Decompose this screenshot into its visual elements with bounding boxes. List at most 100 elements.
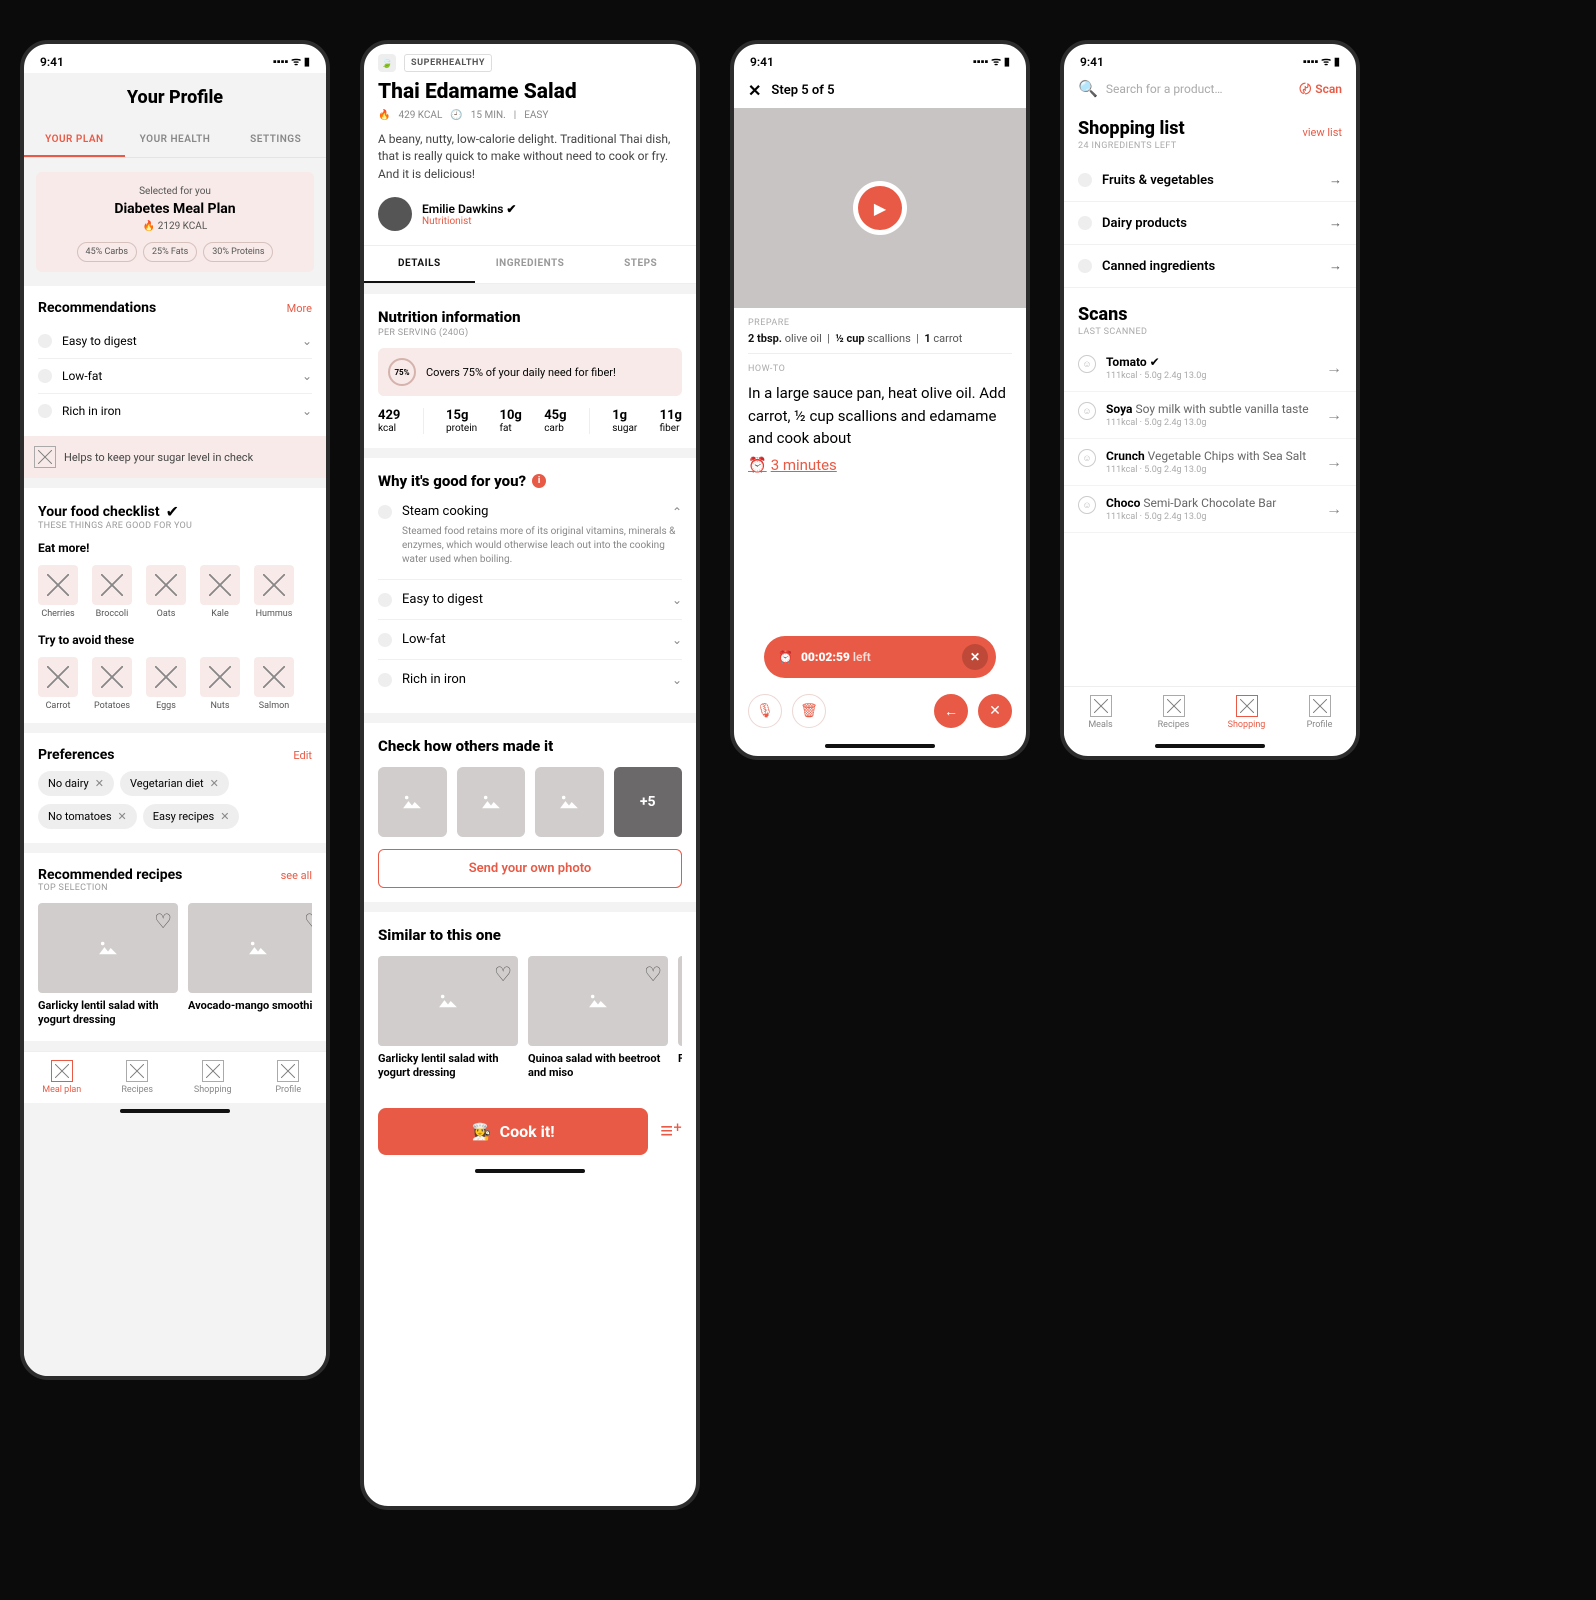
heart-icon[interactable]: ♡ xyxy=(154,909,172,933)
heart-icon[interactable]: ♡ xyxy=(644,962,662,986)
arrow-right-icon: → xyxy=(1329,172,1342,188)
food-chip[interactable]: Eggs xyxy=(146,657,186,711)
rec-more-link[interactable]: More xyxy=(287,302,312,315)
cat-canned[interactable]: Canned ingredients→ xyxy=(1064,245,1356,288)
similar-cards[interactable]: ♡Garlicky lentil salad with yogurt dress… xyxy=(378,956,682,1080)
meta-level: EASY xyxy=(524,110,548,121)
send-photo-button[interactable]: Send your own photo xyxy=(378,849,682,888)
nav-shopping[interactable]: Shopping xyxy=(1210,687,1283,738)
profile-icon xyxy=(277,1060,299,1082)
nav-mealplan[interactable]: Meal plan xyxy=(24,1052,100,1103)
remove-icon[interactable]: ✕ xyxy=(95,777,104,790)
meal-plan-card[interactable]: Selected for you Diabetes Meal Plan 🔥 21… xyxy=(36,172,314,272)
scan-button[interactable]: 〄Scan xyxy=(1299,80,1342,97)
remove-icon[interactable]: ✕ xyxy=(210,777,219,790)
info-dot-icon: i xyxy=(532,474,546,488)
nav-profile[interactable]: Profile xyxy=(1283,687,1356,738)
nav-profile[interactable]: Profile xyxy=(251,1052,327,1103)
rec-item-digest[interactable]: Easy to digest⌄ xyxy=(38,324,312,359)
scan-list: ☺Tomato ✔ 111kcal · 5.0g 2.4g 13.0g→☺Soy… xyxy=(1064,345,1356,533)
pref-tag[interactable]: Vegetarian diet✕ xyxy=(120,771,229,796)
view-list-link[interactable]: view list xyxy=(1303,126,1342,139)
scan-item[interactable]: ☺Crunch Vegetable Chips with Sea Salt111… xyxy=(1064,439,1356,486)
nav-recipes[interactable]: Recipes xyxy=(1137,687,1210,738)
food-chip[interactable]: Kale xyxy=(200,565,240,619)
close-icon[interactable]: ✕ xyxy=(748,81,761,100)
voice-button[interactable]: 🎙 xyxy=(748,694,782,728)
scan-item[interactable]: ☺Soya Soy milk with subtle vanilla taste… xyxy=(1064,392,1356,439)
tab-ingredients[interactable]: INGREDIENTS xyxy=(475,246,586,283)
heart-icon[interactable]: ♡ xyxy=(304,909,312,933)
status-icons: ▪▪▪▪ ᯤ ▮ xyxy=(1303,54,1340,69)
prev-step-button[interactable]: ← xyxy=(934,694,968,728)
finish-button[interactable]: ✕ xyxy=(978,694,1012,728)
pref-edit-link[interactable]: Edit xyxy=(293,749,312,762)
arrow-right-icon: → xyxy=(1326,358,1342,378)
recipe-card[interactable]: ♡Quinoa salad with beetroot and miso xyxy=(528,956,668,1080)
pref-tag[interactable]: No tomatoes✕ xyxy=(38,804,137,829)
scan-item[interactable]: ☺Choco Semi-Dark Chocolate Bar111kcal · … xyxy=(1064,486,1356,533)
search-input[interactable]: Search for a product… xyxy=(1106,82,1291,96)
photo-more[interactable]: +5 xyxy=(614,767,683,837)
play-button[interactable]: ▶ xyxy=(858,186,902,230)
fiber-banner: 75% Covers 75% of your daily need for fi… xyxy=(378,348,682,396)
photo-thumb[interactable] xyxy=(457,767,526,837)
cat-fruits[interactable]: Fruits & vegetables→ xyxy=(1064,159,1356,202)
cook-button[interactable]: 👩‍🍳Cook it! xyxy=(378,1108,648,1155)
photo-thumb[interactable] xyxy=(378,767,447,837)
remove-icon[interactable]: ✕ xyxy=(220,810,229,823)
remove-icon[interactable]: ✕ xyxy=(118,810,127,823)
heart-icon[interactable]: ♡ xyxy=(494,962,512,986)
add-list-button[interactable]: ≡⁺ xyxy=(660,1108,682,1155)
recipe-desc: A beany, nutty, low-calorie delight. Tra… xyxy=(364,131,696,197)
scans-heading: Scans xyxy=(1078,304,1128,325)
rec-item-lowfat[interactable]: Low-fat⌄ xyxy=(38,359,312,394)
acc-steam[interactable]: Steam cooking⌃ Steamed food retains more… xyxy=(378,492,682,580)
eat-more-row: Cherries Broccoli Oats Kale Hummus xyxy=(38,565,312,619)
timer-pill[interactable]: ⏰ 00:02:59 left ✕ xyxy=(764,636,996,678)
food-chip[interactable]: Hummus xyxy=(254,565,294,619)
scan-item[interactable]: ☺Tomato ✔ 111kcal · 5.0g 2.4g 13.0g→ xyxy=(1064,345,1356,392)
acc-digest[interactable]: Easy to digest⌄ xyxy=(378,580,682,620)
nav-shopping[interactable]: Shopping xyxy=(175,1052,251,1103)
see-all-link[interactable]: see all xyxy=(281,869,312,882)
timer-link[interactable]: ⏰3 minutes xyxy=(734,456,1026,494)
tab-details[interactable]: DETAILS xyxy=(364,246,475,283)
video-area[interactable]: ▶ xyxy=(734,108,1026,308)
food-chip[interactable]: Oats xyxy=(146,565,186,619)
food-icon xyxy=(254,657,294,697)
food-chip[interactable]: Potatoes xyxy=(92,657,132,711)
tab-steps[interactable]: STEPS xyxy=(585,246,696,283)
nut-cell: 429kcal xyxy=(378,408,400,434)
food-icon xyxy=(146,565,186,605)
shopping-icon xyxy=(1236,695,1258,717)
recipe-cards[interactable]: ♡Garlicky lentil salad with yogurt dress… xyxy=(38,903,312,1027)
delete-button[interactable]: 🗑 xyxy=(792,694,826,728)
nav-recipes[interactable]: Recipes xyxy=(100,1052,176,1103)
arrow-right-icon: → xyxy=(1326,405,1342,425)
acc-iron[interactable]: Rich in iron⌄ xyxy=(378,660,682,699)
food-chip[interactable]: Nuts xyxy=(200,657,240,711)
stop-timer-button[interactable]: ✕ xyxy=(962,644,988,670)
food-chip[interactable]: Carrot xyxy=(38,657,78,711)
food-chip[interactable]: Salmon xyxy=(254,657,294,711)
photo-thumb[interactable] xyxy=(535,767,604,837)
scan-nutrition: 111kcal · 5.0g 2.4g 13.0g xyxy=(1106,371,1206,381)
recipe-card[interactable]: ♡Avocado-mango smoothie xyxy=(188,903,312,1027)
tab-your-health[interactable]: YOUR HEALTH xyxy=(125,124,226,157)
food-chip[interactable]: Cherries xyxy=(38,565,78,619)
nutrition-grid: 429kcal15gprotein10gfat45gcarb1gsugar11g… xyxy=(378,408,682,434)
cat-dairy[interactable]: Dairy products→ xyxy=(1064,202,1356,245)
tab-settings[interactable]: SETTINGS xyxy=(225,124,326,157)
tab-your-plan[interactable]: YOUR PLAN xyxy=(24,124,125,157)
recipe-card[interactable]: ♡Fe bit xyxy=(678,956,682,1080)
pref-tag[interactable]: Easy recipes✕ xyxy=(143,804,240,829)
food-chip[interactable]: Broccoli xyxy=(92,565,132,619)
recipe-card[interactable]: ♡Garlicky lentil salad with yogurt dress… xyxy=(378,956,518,1080)
nav-meals[interactable]: Meals xyxy=(1064,687,1137,738)
recipe-card[interactable]: ♡Garlicky lentil salad with yogurt dress… xyxy=(38,903,178,1027)
author-row[interactable]: Emilie Dawkins ✔ Nutritionist xyxy=(364,197,696,245)
acc-lowfat[interactable]: Low-fat⌄ xyxy=(378,620,682,660)
rec-item-iron[interactable]: Rich in iron⌄ xyxy=(38,394,312,428)
pref-tag[interactable]: No dairy✕ xyxy=(38,771,114,796)
